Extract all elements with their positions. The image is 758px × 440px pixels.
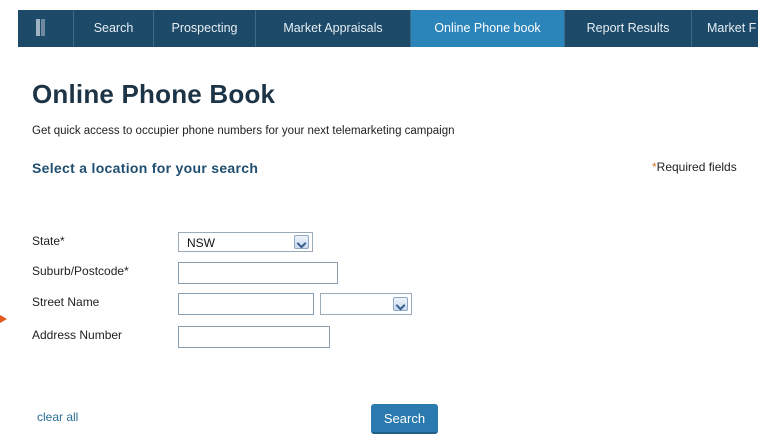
required-fields-text: Required fields	[656, 160, 737, 174]
page-subtitle: Get quick access to occupier phone numbe…	[32, 125, 455, 137]
chevron-down-icon[interactable]	[393, 297, 408, 311]
nav-item-online-phone-book[interactable]: Online Phone book	[411, 10, 565, 47]
section-heading: Select a location for your search	[32, 160, 259, 176]
nav-item-market-f[interactable]: Market F	[692, 10, 756, 47]
street-type-select[interactable]	[320, 293, 412, 315]
address-number-label: Address Number	[32, 328, 123, 342]
street-name-label: Street Name	[32, 295, 100, 309]
address-number-input[interactable]	[178, 326, 330, 348]
search-button[interactable]: Search	[371, 404, 438, 434]
pointer-arrow-icon	[0, 315, 7, 323]
nav-item-prospecting[interactable]: Prospecting	[154, 10, 256, 47]
clear-all-link[interactable]: clear all	[37, 410, 78, 424]
nav-item-search[interactable]: Search	[74, 10, 154, 47]
top-navigation-bar: Search Prospecting Market Appraisals Onl…	[18, 10, 758, 47]
nav-item-market-appraisals[interactable]: Market Appraisals	[256, 10, 411, 47]
nav-item-report-results[interactable]: Report Results	[565, 10, 692, 47]
street-name-input[interactable]	[178, 293, 314, 315]
suburb-postcode-input[interactable]	[178, 262, 338, 284]
state-label: State*	[32, 234, 65, 248]
state-select[interactable]: NSW	[178, 232, 313, 252]
state-select-value: NSW	[187, 236, 215, 250]
page-title: Online Phone Book	[32, 79, 276, 109]
chevron-down-icon[interactable]	[294, 235, 309, 249]
logo-icon[interactable]	[18, 10, 74, 47]
required-fields-note: *Required fields	[652, 160, 737, 174]
suburb-postcode-label: Suburb/Postcode*	[32, 264, 129, 278]
